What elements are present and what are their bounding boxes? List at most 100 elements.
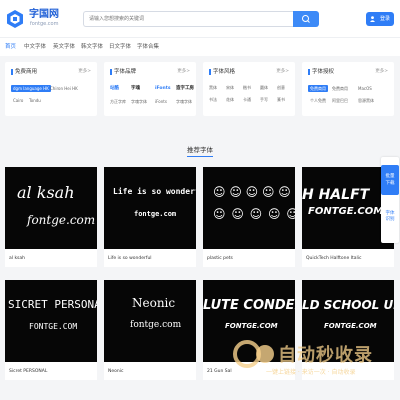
font-name[interactable]: Sicret PERSONAL xyxy=(9,368,47,375)
card-title: 字体授权 xyxy=(312,69,335,75)
tag[interactable]: iFonts xyxy=(155,98,167,105)
tag[interactable]: 免费商用 xyxy=(308,85,328,92)
preview-domain: FONTGE.COM xyxy=(225,322,278,330)
tag[interactable]: 个人免费 xyxy=(310,97,326,104)
font-card[interactable]: al ksah fontge.com al ksah xyxy=(5,167,97,267)
tag[interactable]: 字魂字体 xyxy=(131,98,147,105)
tag[interactable]: 手写 xyxy=(260,96,268,103)
preview-text: LD SCHOOL UNITE xyxy=(302,298,394,312)
preview-text-row2: ☺ ☺ ☺ ☺ ☺ ☺ xyxy=(213,207,295,221)
card-title: 免费商用 xyxy=(15,69,38,75)
batch-download-label-2: 下载 xyxy=(385,181,395,186)
more-link[interactable]: 更多> xyxy=(276,68,289,76)
font-preview: SICRET PERSONAL FONTGE.COM xyxy=(5,280,97,362)
preview-text: ☺ ☺ ☺ ☺ ☺ ☺ xyxy=(213,185,295,199)
search-icon xyxy=(302,15,310,23)
brand-logo[interactable]: iFonts xyxy=(155,85,171,92)
watermark-subtext: 一键上链接 · 来访一次 · 自动收录 xyxy=(266,369,356,376)
logo-icon[interactable] xyxy=(5,9,25,29)
nav-item-home[interactable]: 首页 xyxy=(5,43,16,51)
card-font-style: 字体风格 更多> 黑体 宋体 楷书 圆体 创意 书法 花体 卡通 手写 篆书 xyxy=(203,62,295,116)
login-label: 登录 xyxy=(379,16,390,22)
tag[interactable]: 花体 xyxy=(226,96,234,103)
tag[interactable]: 卡通 xyxy=(243,96,251,103)
batch-download-button[interactable]: 批量 下载 xyxy=(381,165,399,195)
font-preview: ☺ ☺ ☺ ☺ ☺ ☺ ☺ ☺ ☺ ☺ ☺ ☺ xyxy=(203,167,295,249)
preview-text: al ksah xyxy=(17,183,75,202)
brand-logo[interactable]: 字魂 xyxy=(131,85,140,92)
nav-item-collection[interactable]: 字体合集 xyxy=(137,43,159,51)
tag[interactable]: 创意 xyxy=(277,84,285,91)
section-title: 推荐字体 xyxy=(187,146,213,154)
card-title: 字体风格 xyxy=(213,69,236,75)
login-button[interactable]: 登录 xyxy=(366,12,394,26)
tag[interactable]: 楷书 xyxy=(243,84,251,91)
font-card[interactable]: SICRET PERSONAL FONTGE.COM Sicret PERSON… xyxy=(5,280,97,380)
search-input[interactable] xyxy=(83,11,293,27)
header: 字国网 fontge.com 登录 xyxy=(0,0,400,37)
font-identify-label-2: 识别 xyxy=(385,217,395,222)
font-card[interactable]: Neonic fontge.com Neonic xyxy=(104,280,196,380)
tag[interactable]: dgm language HK xyxy=(11,85,51,92)
font-preview: Neonic fontge.com xyxy=(104,280,196,362)
main-nav: 首页 中文字体 英文字体 韩文字体 日文字体 字体合集 xyxy=(0,37,400,56)
tag[interactable]: 黑体 xyxy=(209,84,217,91)
tag[interactable]: MacOS xyxy=(358,85,372,92)
watermark-text: 自动秒收录 xyxy=(278,345,373,366)
more-link[interactable]: 更多> xyxy=(375,68,388,76)
font-identify-button[interactable]: 字体 识别 xyxy=(381,211,399,223)
preview-text: Neonic xyxy=(132,296,176,310)
nav-item-korean[interactable]: 韩文字体 xyxy=(81,43,103,51)
nav-item-english[interactable]: 英文字体 xyxy=(53,43,75,51)
tag[interactable]: 免费商用 xyxy=(332,85,348,92)
preview-domain: FONTGE.COM xyxy=(324,322,377,330)
card-free-commercial: 免费商用 更多> dgm language HK Chiron Hei HK C… xyxy=(5,62,97,116)
tag[interactable]: 宋体 xyxy=(226,84,234,91)
font-name[interactable]: Life is so wonderful xyxy=(108,255,152,262)
font-name[interactable]: QuickTech Halftone Italic xyxy=(306,255,362,262)
tag[interactable]: Tondu xyxy=(29,97,41,104)
brand-logo[interactable]: 造字工房 xyxy=(176,85,194,92)
more-link[interactable]: 更多> xyxy=(177,68,190,76)
more-link[interactable]: 更多> xyxy=(78,68,91,76)
watermark: 自动秒收录 一键上链接 · 来访一次 · 自动收录 xyxy=(230,336,390,384)
preview-domain: FONTGE.COM xyxy=(308,206,384,217)
batch-download-label: 批量 xyxy=(385,174,395,179)
preview-text: Life is so wonderful xyxy=(113,187,196,196)
section-underline xyxy=(187,156,213,157)
tag[interactable]: Chiron Hei HK xyxy=(50,85,78,92)
tag[interactable]: 圆体 xyxy=(260,84,268,91)
tag[interactable]: 思源黑体 xyxy=(358,97,374,104)
font-card[interactable]: ☺ ☺ ☺ ☺ ☺ ☺ ☺ ☺ ☺ ☺ ☺ ☺ plastic pets xyxy=(203,167,295,267)
font-name[interactable]: plastic pets xyxy=(207,255,233,262)
card-accent xyxy=(209,69,211,75)
search-button[interactable] xyxy=(293,11,319,27)
tag[interactable]: 篆书 xyxy=(277,96,285,103)
logo-text[interactable]: 字国网 xyxy=(29,9,59,20)
user-icon xyxy=(370,16,375,22)
preview-domain: FONTGE.COM xyxy=(29,322,78,331)
font-preview: al ksah fontge.com xyxy=(5,167,97,249)
card-font-license: 字体授权 更多> 免费商用 免费商用 MacOS 个人免费 阿里巴巴 思源黑体 xyxy=(302,62,394,116)
tag[interactable]: 书法 xyxy=(209,96,217,103)
category-cards: 免费商用 更多> dgm language HK Chiron Hei HK C… xyxy=(5,62,395,117)
card-title: 字体品牌 xyxy=(114,69,137,75)
tag[interactable]: Cairo xyxy=(13,97,23,104)
font-name[interactable]: 21 Gun Sal xyxy=(207,368,232,375)
card-font-brand: 字体品牌 更多> 站酷 字魂 iFonts 造字工房 方正字库 字魂字体 iFo… xyxy=(104,62,196,116)
font-name[interactable]: al ksah xyxy=(9,255,25,262)
font-card[interactable]: Life is so wonderful fontge.com Life is … xyxy=(104,167,196,267)
nav-item-japanese[interactable]: 日文字体 xyxy=(109,43,131,51)
nav-item-chinese[interactable]: 中文字体 xyxy=(24,43,46,51)
brand-logo[interactable]: 站酷 xyxy=(110,85,119,92)
logo-domain: fontge.com xyxy=(30,21,59,27)
font-preview: Life is so wonderful fontge.com xyxy=(104,167,196,249)
preview-domain: fontge.com xyxy=(134,210,177,218)
card-accent xyxy=(110,69,112,75)
tag[interactable]: 方正字库 xyxy=(110,98,126,105)
tag[interactable]: 字魂字体 xyxy=(176,98,192,105)
side-float-panel: 批量 下载 字体 识别 xyxy=(381,157,399,243)
font-name[interactable]: Neonic xyxy=(108,368,123,375)
tag[interactable]: 阿里巴巴 xyxy=(332,97,348,104)
preview-text: LUTE CONDENS xyxy=(203,298,295,313)
